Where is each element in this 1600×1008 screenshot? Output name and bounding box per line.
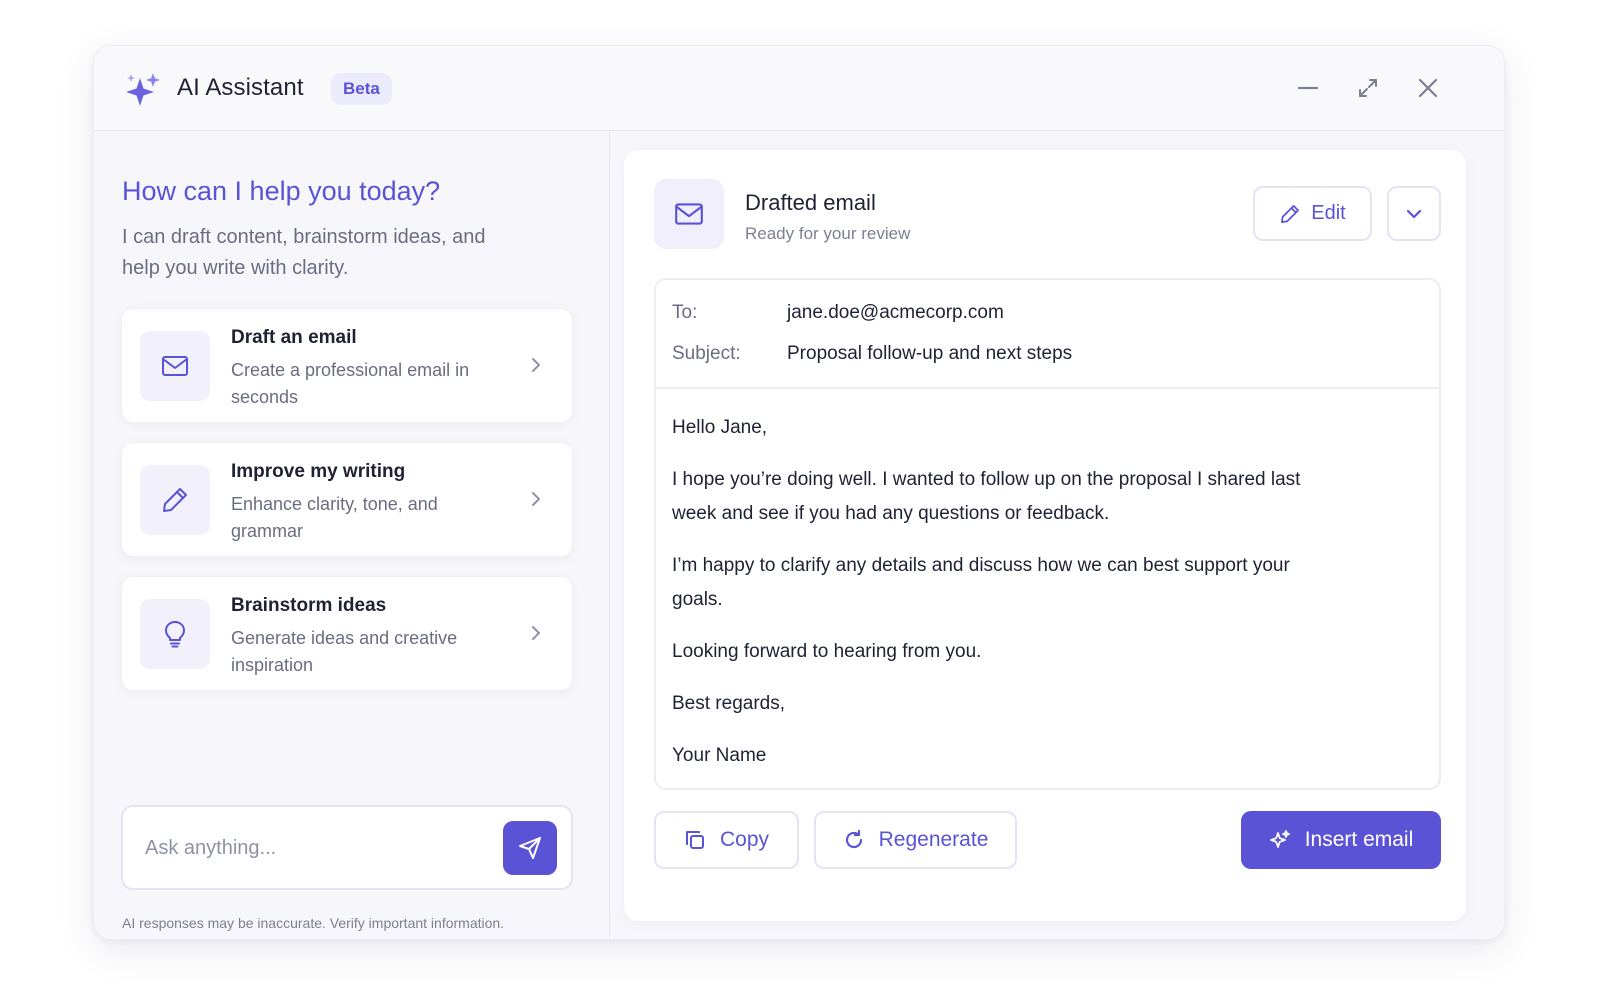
email-paragraph: Hello Jane,: [672, 417, 768, 438]
card-icon-wrap: [140, 331, 210, 401]
mail-icon: [675, 203, 703, 225]
email-paragraph: I’m happy to clarify any details and dis…: [672, 555, 1290, 610]
ask-box: [121, 805, 573, 890]
beta-badge: Beta: [331, 73, 392, 105]
card-description: Generate ideas and creative inspiration: [231, 628, 458, 675]
minimize-icon: [1297, 86, 1319, 90]
email-body: Hello Jane, I hope you’re doing well. I …: [672, 411, 1332, 791]
chevron-right-icon: [532, 626, 540, 640]
send-button[interactable]: [503, 821, 557, 875]
expand-icon: [1359, 79, 1377, 97]
card-icon-wrap: [140, 465, 210, 535]
draft-icon-wrap: [654, 179, 724, 249]
suggestion-card-draft-email[interactable]: Draft an email Create a professional ema…: [121, 308, 573, 423]
assistant-window: AI Assistant Beta How can I help you tod…: [93, 45, 1505, 940]
subject-value: Proposal follow-up and next steps: [787, 343, 1073, 364]
card-icon-wrap: [140, 599, 210, 669]
email-header: To: jane.doe@acmecorp.com Subject: Propo…: [656, 280, 1439, 389]
more-options-dropdown[interactable]: [1387, 186, 1441, 241]
title-bar: AI Assistant Beta: [94, 46, 1504, 131]
draft-panel: Drafted email Ready for your review Edit…: [624, 150, 1466, 921]
to-label: To:: [672, 302, 698, 323]
lightbulb-icon: [165, 621, 185, 648]
email-preview: To: jane.doe@acmecorp.com Subject: Propo…: [654, 278, 1441, 790]
edit-label: Edit: [1311, 202, 1346, 224]
edit-button[interactable]: Edit: [1253, 186, 1372, 241]
draft-title: Drafted email: [745, 190, 876, 215]
chevron-down-icon: [1406, 209, 1422, 218]
regenerate-button[interactable]: Regenerate: [814, 811, 1017, 869]
card-description: Enhance clarity, tone, and grammar: [231, 494, 438, 541]
close-icon: [1418, 78, 1438, 98]
subject-label: Subject:: [672, 343, 741, 364]
email-paragraph: Best regards,: [672, 693, 785, 714]
email-paragraph: Your Name: [672, 745, 767, 766]
ask-input[interactable]: [145, 829, 485, 867]
card-title: Draft an email: [231, 327, 357, 348]
chevron-right-icon: [532, 492, 540, 506]
card-title: Improve my writing: [231, 461, 406, 482]
mail-icon: [162, 356, 188, 376]
chevron-right-icon: [532, 358, 540, 372]
email-paragraph: Looking forward to hearing from you.: [672, 641, 982, 662]
greeting-subheading: I can draft content, brainstorm ideas, a…: [122, 226, 486, 279]
pencil-icon: [163, 488, 187, 512]
to-value: jane.doe@acmecorp.com: [787, 302, 1004, 323]
regenerate-label: Regenerate: [878, 828, 989, 851]
close-button[interactable]: [1411, 71, 1445, 105]
app-title: AI Assistant: [177, 74, 304, 101]
refresh-icon: [845, 829, 862, 849]
minimize-button[interactable]: [1291, 71, 1325, 105]
email-paragraph: I hope you’re doing well. I wanted to fo…: [672, 469, 1301, 524]
sparkle-icon: [1269, 830, 1290, 848]
draft-subtitle: Ready for your review: [745, 224, 911, 243]
card-title: Brainstorm ideas: [231, 595, 387, 616]
maximize-button[interactable]: [1351, 71, 1385, 105]
send-icon: [519, 837, 541, 859]
suggestion-card-improve-writing[interactable]: Improve my writing Enhance clarity, tone…: [121, 442, 573, 557]
card-description: Create a professional email in seconds: [231, 360, 470, 407]
copy-button[interactable]: Copy: [654, 811, 799, 869]
sparkle-logo-icon: [124, 72, 162, 108]
copy-label: Copy: [719, 828, 770, 851]
insert-email-button[interactable]: Insert email: [1241, 811, 1441, 869]
left-panel: How can I help you today? I can draft co…: [94, 132, 610, 939]
greeting-heading: How can I help you today?: [122, 176, 441, 206]
insert-email-label: Insert email: [1304, 828, 1414, 851]
pencil-icon: [1281, 204, 1300, 223]
disclaimer-text: AI responses may be inaccurate. Verify i…: [122, 915, 505, 931]
suggestion-card-brainstorm[interactable]: Brainstorm ideas Generate ideas and crea…: [121, 576, 573, 691]
copy-icon: [685, 831, 704, 849]
